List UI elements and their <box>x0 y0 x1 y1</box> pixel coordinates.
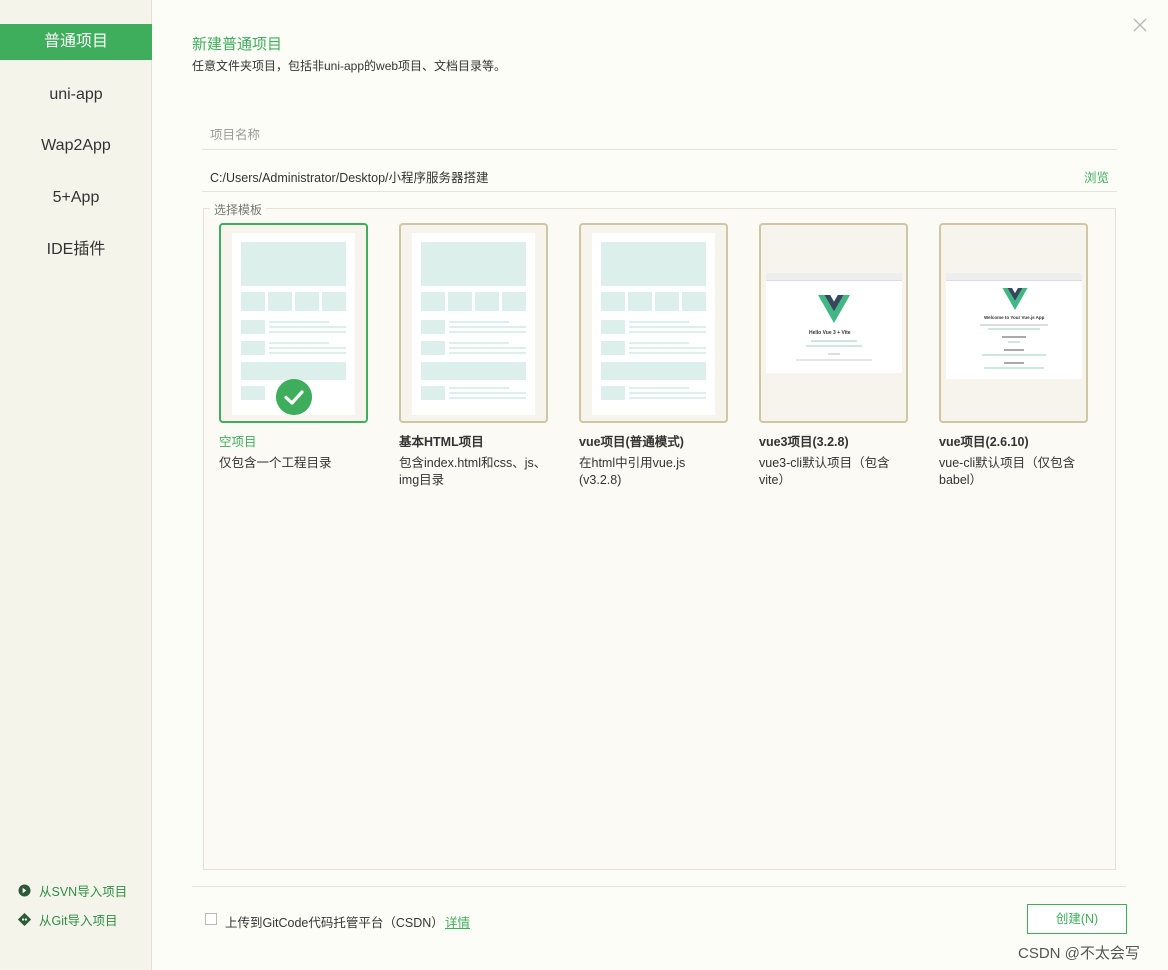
template-title: 空项目 <box>219 435 257 449</box>
template-title: vue项目(普通模式) <box>579 435 684 449</box>
vue-logo-icon <box>818 295 850 323</box>
template-title: 基本HTML项目 <box>399 435 484 449</box>
sidebar-item-wap2app[interactable]: Wap2App <box>0 128 152 164</box>
svn-import-label: 从SVN导入项目 <box>39 885 128 899</box>
csdn-watermark: CSDN @不太会写 <box>1018 945 1140 962</box>
vue-logo-icon <box>1002 288 1028 310</box>
template-card-vue-normal[interactable]: vue项目(普通模式) 在html中引用vue.js (v3.2.8) <box>579 223 728 489</box>
git-import-link[interactable]: 从Git导入项目 <box>18 910 117 929</box>
details-link[interactable]: 详情 <box>445 912 470 931</box>
sidebar-item-normal-project[interactable]: 普通项目 <box>0 24 152 60</box>
template-card-basic-html[interactable]: 基本HTML项目 包含index.html和css、js、img目录 <box>399 223 548 489</box>
selected-check-icon <box>276 379 312 415</box>
template-thumbnail <box>579 223 728 423</box>
browse-button[interactable]: 浏览 <box>1084 167 1109 186</box>
thumbnail-page <box>592 233 715 415</box>
vue-cli-preview-heading: Welcome to Your Vue.js App <box>984 315 1045 320</box>
template-card-empty[interactable]: 空项目 仅包含一个工程目录 <box>219 223 368 472</box>
template-thumbnail: Welcome to Your Vue.js App <box>939 223 1088 423</box>
git-icon <box>18 913 31 926</box>
template-desc: 在html中引用vue.js (v3.2.8) <box>579 456 686 487</box>
upload-gitcode-checkbox[interactable] <box>205 913 217 925</box>
template-thumbnail <box>399 223 548 423</box>
sidebar-item-5plus-app[interactable]: 5+App <box>0 180 152 216</box>
dialog-subtitle: 任意文件夹项目，包括非uni-app的web项目、文档目录等。 <box>192 59 507 73</box>
svn-import-link[interactable]: 从SVN导入项目 <box>18 881 127 900</box>
sidebar-item-uni-app[interactable]: uni-app <box>0 77 152 113</box>
svn-icon <box>18 884 31 897</box>
template-desc: vue-cli默认项目（仅包含babel） <box>939 456 1076 487</box>
main-panel: 新建普通项目 任意文件夹项目，包括非uni-app的web项目、文档目录等。 项… <box>152 0 1168 970</box>
sidebar: 普通项目 uni-app Wap2App 5+App IDE插件 从SVN导入项… <box>0 0 152 970</box>
footer-divider <box>192 886 1126 887</box>
project-path-field[interactable]: C:/Users/Administrator/Desktop/小程序服务器搭建 … <box>202 158 1117 192</box>
create-button[interactable]: 创建(N) <box>1027 904 1127 934</box>
close-icon[interactable] <box>1132 17 1148 33</box>
dialog-title: 新建普通项目 <box>192 36 283 53</box>
sidebar-item-ide-plugin[interactable]: IDE插件 <box>0 232 152 268</box>
thumbnail-page <box>412 233 535 415</box>
template-card-vue3[interactable]: Hello Vue 3 + Vite vue3项目(3.2.8) vue3-cl… <box>759 223 908 489</box>
template-title: vue3项目(3.2.8) <box>759 435 849 449</box>
template-title: vue项目(2.6.10) <box>939 435 1029 449</box>
template-desc: 包含index.html和css、js、img目录 <box>399 456 547 487</box>
vite-preview: Hello Vue 3 + Vite <box>766 273 902 373</box>
template-card-vue2[interactable]: Welcome to Your Vue.js App vue项目(2.6.10)… <box>939 223 1088 489</box>
upload-gitcode-label: 上传到GitCode代码托管平台（CSDN） <box>225 916 444 930</box>
vite-preview-heading: Hello Vue 3 + Vite <box>809 330 851 336</box>
project-path-value: C:/Users/Administrator/Desktop/小程序服务器搭建 <box>210 171 489 185</box>
git-import-label: 从Git导入项目 <box>39 914 118 928</box>
template-thumbnail: Hello Vue 3 + Vite <box>759 223 908 423</box>
template-desc: 仅包含一个工程目录 <box>219 456 332 470</box>
template-legend: 选择模板 <box>210 201 267 218</box>
vue-cli-preview: Welcome to Your Vue.js App <box>946 273 1082 379</box>
template-thumbnail <box>219 223 368 423</box>
project-name-input[interactable]: 项目名称 <box>202 116 1117 150</box>
template-desc: vue3-cli默认项目（包含vite） <box>759 456 890 487</box>
